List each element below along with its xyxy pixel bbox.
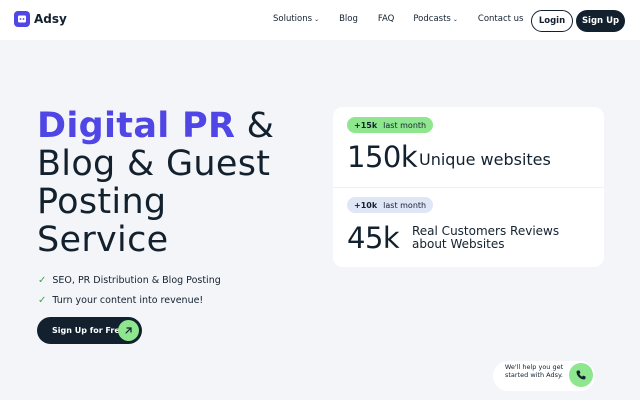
login-button[interactable]: Login [531, 10, 573, 32]
stat-value: 45k [347, 221, 400, 255]
stats-card: +15k last month 150k Unique websites +10… [333, 107, 604, 267]
stat-delta-badge: +15k last month [347, 117, 434, 133]
stat-delta-badge: +10k last month [347, 197, 434, 213]
feature-item: ✓ SEO, PR Distribution & Blog Posting [38, 270, 221, 290]
signup-free-button[interactable]: Sign Up for Free [37, 317, 142, 344]
hero-title-line2: Blog & Guest [37, 144, 271, 184]
chevron-down-icon: ⌄ [452, 15, 458, 23]
cta-label: Sign Up for Free [52, 326, 126, 335]
hero-title-line1-rest: & [235, 106, 275, 146]
stat-period: last month [383, 120, 427, 130]
feature-text: Turn your content into revenue! [52, 294, 204, 306]
nav-solutions-label: Solutions [273, 14, 313, 24]
arrow-up-right-icon [118, 320, 139, 341]
nav-solutions[interactable]: Solutions ⌄ [273, 14, 319, 24]
hero-title: Digital PR & Blog & Guest Posting Servic… [37, 107, 307, 259]
logo[interactable]: Adsy [14, 11, 67, 27]
nav-faq[interactable]: FAQ [378, 14, 394, 24]
stat-label: Unique websites [419, 150, 551, 169]
main-nav: Solutions ⌄ Blog FAQ Podcasts ⌄ Contact … [273, 14, 523, 24]
feature-item: ✓ Turn your content into revenue! [38, 290, 221, 310]
nav-contact-label: Contact us [477, 14, 524, 24]
check-icon: ✓ [38, 274, 47, 286]
nav-podcasts-label: Podcasts [413, 14, 451, 24]
nav-blog[interactable]: Blog [339, 14, 358, 24]
check-icon: ✓ [38, 294, 47, 306]
hero-title-accent: Digital PR [37, 106, 236, 146]
stat-value: 150k [347, 140, 418, 174]
stat-delta: +10k [354, 200, 378, 210]
chat-text: We'll help you get started with Adsy. [504, 363, 564, 379]
nav-blog-label: Blog [339, 14, 358, 24]
card-divider [333, 187, 604, 188]
logo-icon [14, 11, 30, 27]
logo-text: Adsy [34, 12, 67, 26]
nav-podcasts[interactable]: Podcasts ⌄ [413, 14, 458, 24]
chevron-down-icon: ⌄ [314, 15, 320, 23]
nav-faq-label: FAQ [377, 14, 395, 24]
phone-icon[interactable] [569, 363, 593, 387]
signup-button[interactable]: Sign Up [576, 10, 625, 32]
feature-text: SEO, PR Distribution & Blog Posting [52, 274, 221, 286]
nav-contact[interactable]: Contact us [478, 14, 524, 24]
stat-delta: +15k [354, 120, 378, 130]
hero-title-line4: Service [37, 220, 169, 260]
feature-list: ✓ SEO, PR Distribution & Blog Posting ✓ … [38, 270, 221, 310]
hero-title-line3: Posting [37, 182, 167, 222]
site-header: Adsy Solutions ⌄ Blog FAQ Podcasts ⌄ Con… [0, 0, 640, 40]
stat-period: last month [383, 200, 427, 210]
stat-label: Real Customers Reviews about Websites [412, 224, 560, 251]
